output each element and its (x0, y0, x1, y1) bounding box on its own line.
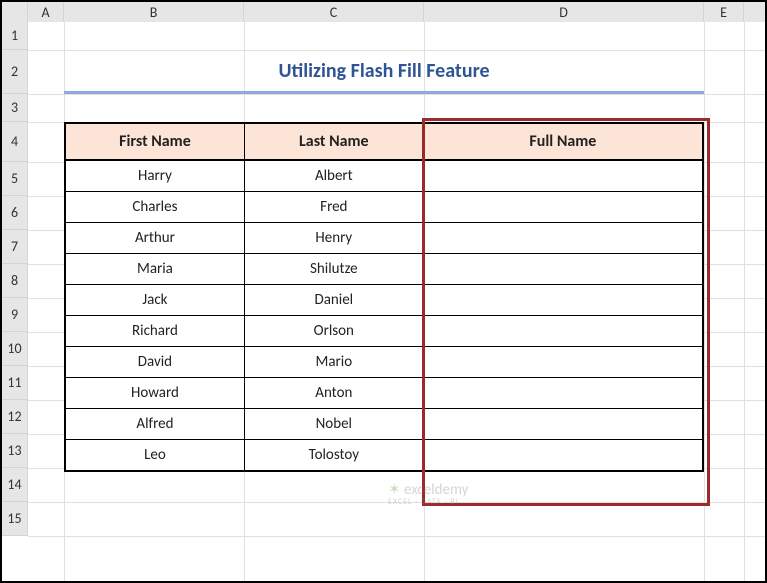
header-full-name[interactable]: Full Name (424, 124, 702, 161)
col-header-c[interactable]: C (244, 2, 424, 23)
cell-grid[interactable]: Utilizing Flash Fill Feature First Name … (28, 22, 765, 581)
cell-last[interactable]: Tolostoy (245, 440, 424, 470)
row-header-2[interactable]: 2 (2, 50, 28, 94)
cell-full[interactable] (424, 161, 702, 192)
page-title[interactable]: Utilizing Flash Fill Feature (64, 50, 704, 94)
table-row: DavidMario (66, 347, 702, 378)
cell-first[interactable]: Howard (66, 378, 245, 409)
spreadsheet: A B C D E 1 2 3 4 5 6 7 8 9 10 11 12 13 … (2, 2, 765, 581)
col-header-e[interactable]: E (704, 2, 744, 23)
cell-last[interactable]: Fred (245, 192, 424, 223)
cell-full[interactable] (424, 409, 702, 440)
cell-last[interactable]: Orlson (245, 316, 424, 347)
cell-full[interactable] (424, 285, 702, 316)
row-header-7[interactable]: 7 (2, 230, 28, 264)
row-header-13[interactable]: 13 (2, 434, 28, 468)
row-header-5[interactable]: 5 (2, 162, 28, 196)
table-row: LeoTolostoy (66, 440, 702, 470)
row-header-15[interactable]: 15 (2, 502, 28, 536)
cell-last[interactable]: Shilutze (245, 254, 424, 285)
row-header-4[interactable]: 4 (2, 122, 28, 162)
row-header-10[interactable]: 10 (2, 332, 28, 366)
data-table: First Name Last Name Full Name HarryAlbe… (64, 122, 704, 472)
cell-last[interactable]: Mario (245, 347, 424, 378)
row-header-8[interactable]: 8 (2, 264, 28, 298)
cell-last[interactable]: Daniel (245, 285, 424, 316)
cell-first[interactable]: Harry (66, 161, 245, 192)
row-header-6[interactable]: 6 (2, 196, 28, 230)
cell-last[interactable]: Nobel (245, 409, 424, 440)
row-header-12[interactable]: 12 (2, 400, 28, 434)
cell-last[interactable]: Anton (245, 378, 424, 409)
table-header-row: First Name Last Name Full Name (66, 124, 702, 161)
header-first-name[interactable]: First Name (66, 124, 245, 161)
table-row: ArthurHenry (66, 223, 702, 254)
table-row: AlfredNobel (66, 409, 702, 440)
row-header-9[interactable]: 9 (2, 298, 28, 332)
table-row: JackDaniel (66, 285, 702, 316)
cell-full[interactable] (424, 254, 702, 285)
table-row: MariaShilutze (66, 254, 702, 285)
col-header-a[interactable]: A (28, 2, 64, 23)
watermark-main: exceldemy (404, 481, 468, 499)
table-row: HarryAlbert (66, 161, 702, 192)
cell-first[interactable]: Jack (66, 285, 245, 316)
cell-first[interactable]: Alfred (66, 409, 245, 440)
header-last-name[interactable]: Last Name (245, 124, 424, 161)
table-row: RichardOrlson (66, 316, 702, 347)
row-header-11[interactable]: 11 (2, 366, 28, 400)
row-header-1[interactable]: 1 (2, 22, 28, 50)
row-headers: 1 2 3 4 5 6 7 8 9 10 11 12 13 14 15 (2, 22, 28, 536)
cell-first[interactable]: Richard (66, 316, 245, 347)
cell-full[interactable] (424, 192, 702, 223)
cell-full[interactable] (424, 223, 702, 254)
table-row: CharlesFred (66, 192, 702, 223)
table-row: HowardAnton (66, 378, 702, 409)
column-headers: A B C D E (2, 2, 765, 24)
row-header-3[interactable]: 3 (2, 94, 28, 122)
col-header-b[interactable]: B (64, 2, 244, 23)
cell-full[interactable] (424, 316, 702, 347)
cell-full[interactable] (424, 440, 702, 470)
cell-last[interactable]: Albert (245, 161, 424, 192)
cell-first[interactable]: Leo (66, 440, 245, 470)
row-header-14[interactable]: 14 (2, 468, 28, 502)
cell-first[interactable]: Charles (66, 192, 245, 223)
cell-last[interactable]: Henry (245, 223, 424, 254)
cell-full[interactable] (424, 347, 702, 378)
cell-full[interactable] (424, 378, 702, 409)
select-all-corner[interactable] (2, 2, 28, 23)
cell-first[interactable]: Arthur (66, 223, 245, 254)
col-header-d[interactable]: D (424, 2, 704, 23)
cell-first[interactable]: Maria (66, 254, 245, 285)
cell-first[interactable]: David (66, 347, 245, 378)
